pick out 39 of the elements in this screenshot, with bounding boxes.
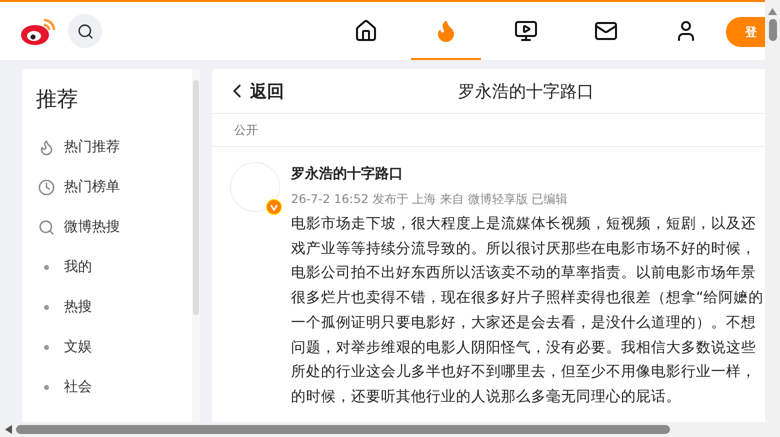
scrollbar-thumb[interactable] <box>193 80 199 315</box>
sidebar-scrollbar[interactable] <box>192 69 200 422</box>
bullet-icon <box>44 264 48 270</box>
post-text-line: 电影公司拍不出好东西所以活该卖不动的草率指责。以前电影市场年景 <box>291 264 757 284</box>
post-text-line: 的时候，还要听其他行业的人说那么多毫无同理心的屁话。 <box>291 388 682 407</box>
sidebar-title: 推荐 <box>36 86 79 113</box>
scroll-left-arrow-icon[interactable] <box>5 425 12 434</box>
scroll-up-arrow-icon[interactable] <box>768 8 777 15</box>
sidebar-item[interactable]: 文娱 <box>36 327 192 367</box>
sidebar-item[interactable]: 社会 <box>36 367 192 407</box>
sidebar-item[interactable]: 热搜 <box>36 287 192 327</box>
search-icon <box>38 218 54 236</box>
video-icon <box>514 19 538 43</box>
bullet-icon <box>44 344 48 350</box>
search-button[interactable] <box>68 14 102 48</box>
sidebar-item[interactable]: 我的 <box>36 247 192 287</box>
post-text-line: 所处的行业这会儿多半也好不到哪里去，但至少不用像电影行业一样， <box>291 363 757 382</box>
bullet-icon <box>44 304 48 310</box>
post-text-line: 戏产业等等持续分流导致的。所以很讨厌那些在电影市场不好的时候， <box>291 240 757 259</box>
page-title: 罗永浩的十字路口 <box>458 80 594 102</box>
sidebar-item[interactable]: 热门榜单 <box>36 167 192 207</box>
sidebar-item[interactable]: 微博热搜 <box>36 207 192 247</box>
post-text-line: 很多烂片也卖得不错，现在很多好片子照样卖得也很差（想拿“给阿嬷的 <box>291 289 764 308</box>
post-text-line: 一个孤例证明只要电影好，大家还是会去看，是没什么道理的）。不想 <box>291 314 757 333</box>
clock-icon <box>38 178 54 196</box>
mail-icon <box>594 19 618 43</box>
sidebar-item[interactable]: 热门推荐 <box>36 127 192 167</box>
post-text-line: 电影市场走下坡，很大程度上是流媒体长视频，短视频，短剧，以及还 <box>291 214 757 234</box>
post-text-line: 问题，对举步维艰的电影人阴阳怪气，没有必要。我相信大多数说这些 <box>291 338 757 358</box>
author-name[interactable]: 罗永浩的十字路口 <box>291 162 764 186</box>
post-meta: 26-7-2 16:52 发布于 上海 来自 微博轻享版 已编辑 <box>291 191 569 208</box>
logo-icon <box>20 16 58 46</box>
avatar[interactable] <box>230 162 280 212</box>
back-button[interactable]: 返回 <box>226 80 284 102</box>
scrollbar-thumb[interactable] <box>16 425 670 434</box>
scrollbar-thumb[interactable] <box>768 19 776 41</box>
search-icon <box>76 22 94 40</box>
bullet-icon <box>44 384 48 390</box>
home-icon <box>354 19 378 43</box>
